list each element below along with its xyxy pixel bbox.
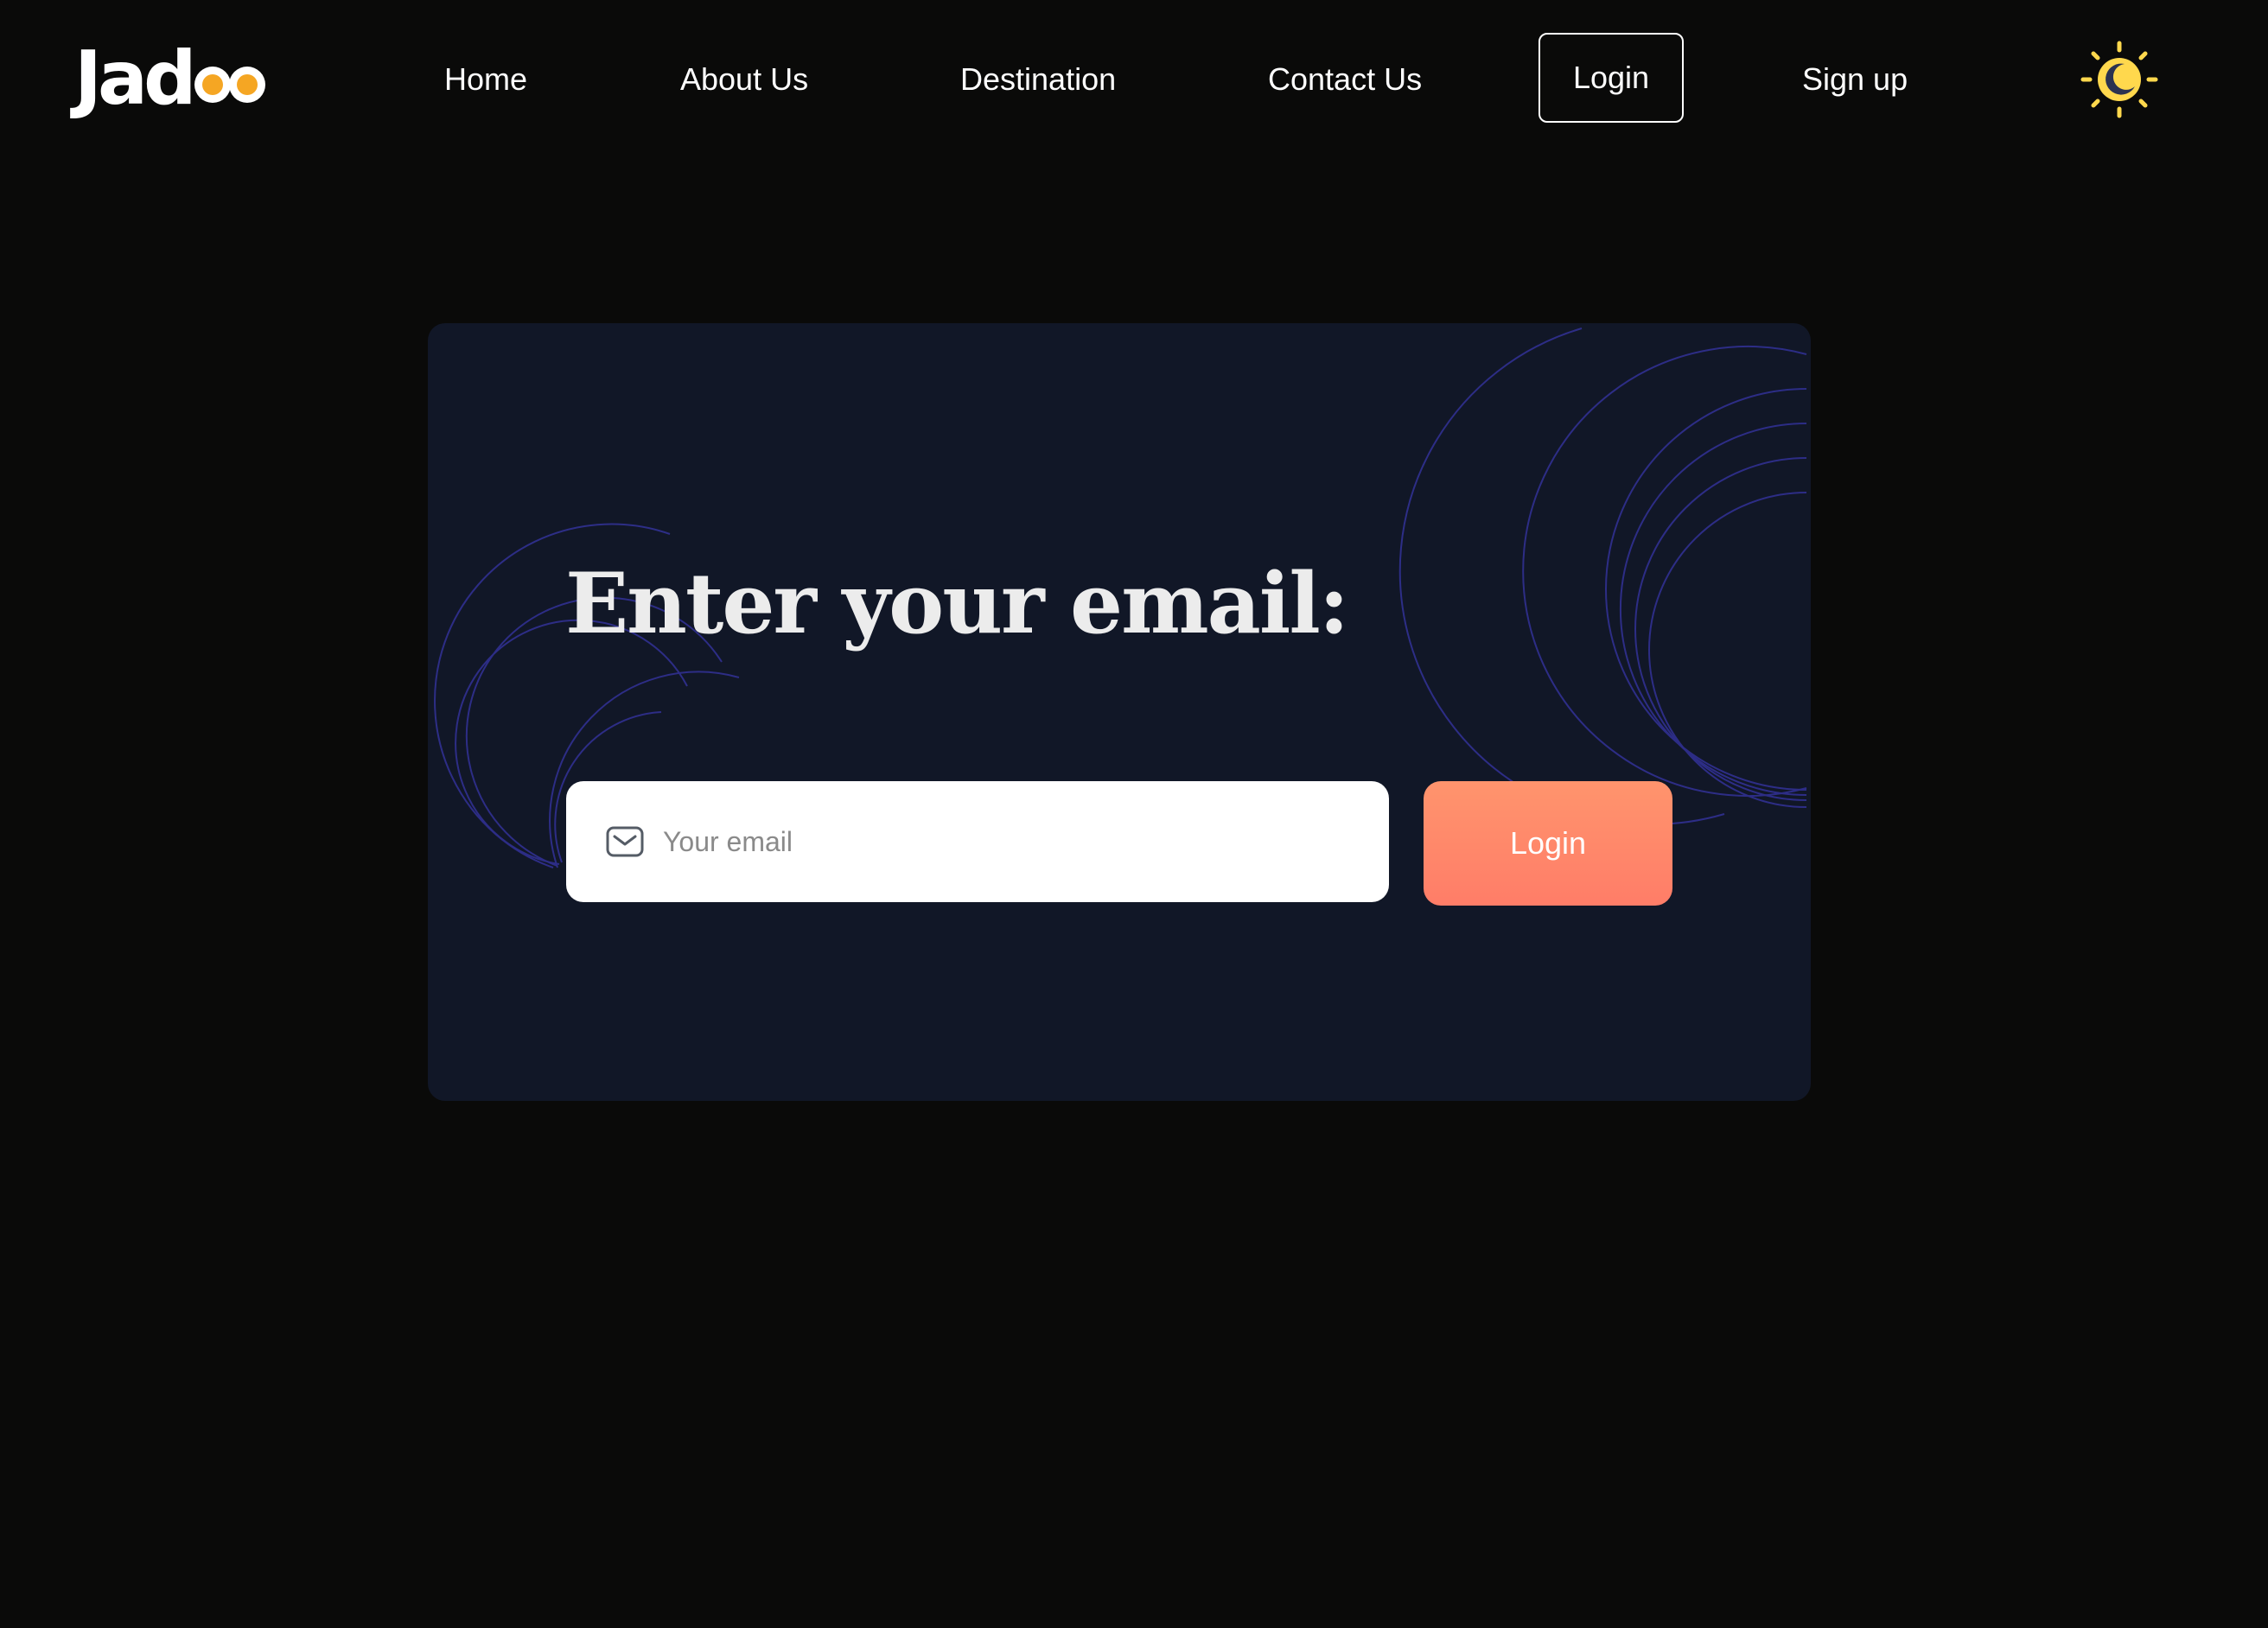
theme-toggle-button[interactable] xyxy=(2080,40,2159,119)
email-input[interactable] xyxy=(661,815,1373,868)
nav-about-us[interactable]: About Us xyxy=(680,43,808,116)
decorative-arcs xyxy=(434,328,1807,868)
logo-dots xyxy=(194,67,265,103)
nav-contact-us[interactable]: Contact Us xyxy=(1268,43,1422,116)
nav-home[interactable]: Home xyxy=(444,43,527,116)
logo-text: Jad xyxy=(74,35,197,122)
card-title: Enter your email: xyxy=(565,555,1349,652)
nav-sign-up[interactable]: Sign up xyxy=(1802,43,1908,116)
mail-icon xyxy=(606,826,644,857)
logo-dot-1 xyxy=(194,67,231,103)
logo-dot-core xyxy=(201,74,223,95)
nav-login-button[interactable]: Login xyxy=(1539,33,1684,123)
logo-dot-core xyxy=(236,74,258,95)
email-login-card: Enter your email: Login xyxy=(428,323,1811,1101)
top-navbar: Jad Home About Us Destination Contact Us… xyxy=(0,0,2268,159)
nav-destination[interactable]: Destination xyxy=(960,43,1116,116)
login-submit-button[interactable]: Login xyxy=(1424,781,1672,906)
jadoo-logo[interactable]: Jad xyxy=(74,35,265,122)
email-field-container[interactable] xyxy=(566,781,1389,902)
logo-dot-2 xyxy=(228,67,265,103)
sun-moon-icon xyxy=(2080,41,2158,118)
